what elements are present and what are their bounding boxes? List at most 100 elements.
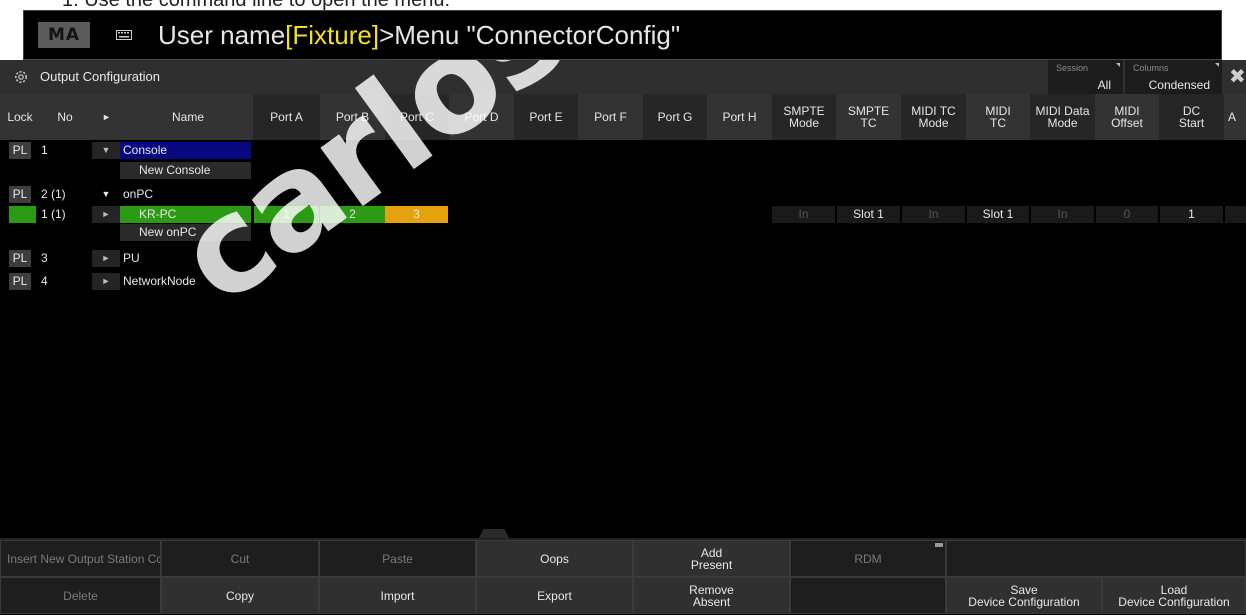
command-prefix: User name <box>158 19 286 50</box>
export-button[interactable]: Export <box>476 577 633 614</box>
header-midi-offset-l2: Offset <box>1111 116 1143 130</box>
table-row-krpc[interactable]: 1 (1) ► KR-PC 1 2 3 In Slot 1 In Slot 1 … <box>0 206 1246 223</box>
save-device-configuration-button[interactable]: Save Device Configuration <box>946 577 1102 614</box>
truncated-cell <box>1225 206 1246 223</box>
command-input[interactable]: User name[Fixture]>Menu "ConnectorConfig… <box>158 20 680 51</box>
expand-arrow-icon[interactable]: ► <box>92 206 120 223</box>
table-row-new-console[interactable]: New Console <box>0 162 1246 179</box>
save-config-l2: Device Configuration <box>968 594 1080 609</box>
expand-arrow-icon[interactable]: ▼ <box>92 142 120 159</box>
table-row-networknode[interactable]: PL 4 ► NetworkNode <box>0 273 1246 290</box>
port-c-cell[interactable]: 3 <box>385 206 448 223</box>
rdm-label: RDM <box>854 551 882 566</box>
header-smpte-tc-l2: TC <box>860 116 877 130</box>
table-row-console[interactable]: PL 1 ▼ Console <box>0 142 1246 159</box>
header-midi-offset[interactable]: MIDI Offset <box>1095 94 1159 140</box>
columns-label: Columns <box>1133 63 1169 73</box>
header-midi-data-mode-l2: Mode <box>1047 116 1078 130</box>
midi-tc-mode-cell[interactable]: In <box>902 206 965 223</box>
midi-offset-cell[interactable]: 0 <box>1096 206 1158 223</box>
load-device-configuration-button[interactable]: Load Device Configuration <box>1102 577 1246 614</box>
command-highlight: [Fixture] <box>285 19 380 50</box>
row-name[interactable]: New Console <box>120 162 251 179</box>
session-select[interactable]: Session All <box>1048 60 1123 94</box>
header-midi-tc-mode[interactable]: MIDI TC Mode <box>901 94 966 140</box>
ma-logo: MA <box>38 22 90 48</box>
remove-absent-l2: Absent <box>692 594 731 609</box>
oops-button[interactable]: Oops <box>476 540 633 577</box>
instruction-text: 1. Use the command line to open the menu… <box>0 0 1246 10</box>
row-name[interactable]: onPC <box>123 186 251 203</box>
port-b-cell[interactable]: 2 <box>320 206 385 223</box>
rdm-button[interactable]: RDM <box>790 540 946 577</box>
header-port-c[interactable]: Port C <box>385 94 449 140</box>
port-a-cell[interactable]: 1 <box>254 206 319 223</box>
copy-button[interactable]: Copy <box>161 577 319 614</box>
row-name[interactable]: PU <box>123 250 251 267</box>
status-indicator <box>9 206 36 223</box>
header-port-e[interactable]: Port E <box>514 94 578 140</box>
smpte-tc-cell[interactable]: Slot 1 <box>837 206 900 223</box>
table-row-new-onpc[interactable]: New onPC <box>0 224 1246 241</box>
header-port-h[interactable]: Port H <box>707 94 772 140</box>
header-expand-arrow[interactable]: ► <box>90 94 123 140</box>
header-midi-tc[interactable]: MIDI TC <box>966 94 1030 140</box>
row-number: 1 (1) <box>41 207 66 221</box>
gear-icon[interactable] <box>13 69 29 85</box>
header-midi-tc-l2: TC <box>990 116 1006 130</box>
header-port-d[interactable]: Port D <box>449 94 514 140</box>
midi-tc-cell[interactable]: Slot 1 <box>967 206 1029 223</box>
dc-start-cell[interactable]: 1 <box>1160 206 1223 223</box>
header-midi-tc-mode-l2: Mode <box>918 116 949 130</box>
smpte-mode-cell[interactable]: In <box>772 206 835 223</box>
import-button[interactable]: Import <box>319 577 476 614</box>
row-name[interactable]: KR-PC <box>120 206 251 223</box>
row-number: 4 <box>41 274 48 288</box>
table-row-pu[interactable]: PL 3 ► PU <box>0 250 1246 267</box>
add-present-button[interactable]: Add Present <box>633 540 790 577</box>
empty-button-slot <box>790 577 946 614</box>
row-number: 1 <box>41 143 48 157</box>
header-port-f[interactable]: Port F <box>578 94 643 140</box>
insert-new-output-station-button[interactable]: Insert New Output Station Cc <box>0 540 161 577</box>
table-header: Lock No ► Name Port A Port B Port C Port… <box>0 94 1246 140</box>
header-midi-data-mode[interactable]: MIDI Data Mode <box>1030 94 1095 140</box>
remove-absent-button[interactable]: Remove Absent <box>633 577 790 614</box>
header-port-b[interactable]: Port B <box>320 94 385 140</box>
header-no[interactable]: No <box>40 94 90 140</box>
expand-arrow-icon[interactable]: ► <box>92 273 120 290</box>
row-name[interactable]: New onPC <box>120 224 251 241</box>
lock-badge[interactable]: PL <box>9 273 31 290</box>
header-port-a[interactable]: Port A <box>253 94 320 140</box>
cut-button[interactable]: Cut <box>161 540 319 577</box>
header-port-g[interactable]: Port G <box>643 94 707 140</box>
command-line-bar[interactable]: MA User name[Fixture]>Menu "ConnectorCon… <box>23 10 1222 60</box>
table-row-onpc[interactable]: PL 2 (1) ▼ onPC <box>0 186 1246 203</box>
lock-badge[interactable]: PL <box>9 186 31 203</box>
expand-arrow-icon[interactable]: ► <box>92 250 120 267</box>
close-icon[interactable]: ✖ <box>1229 67 1246 87</box>
header-truncated[interactable]: A <box>1224 94 1246 140</box>
delete-button[interactable]: Delete <box>0 577 161 614</box>
row-number: 3 <box>41 251 48 265</box>
title-bar: Output Configuration Session All Columns… <box>0 60 1246 94</box>
header-lock[interactable]: Lock <box>0 94 40 140</box>
header-smpte-tc[interactable]: SMPTE TC <box>836 94 901 140</box>
columns-select[interactable]: Columns Condensed <box>1125 60 1222 94</box>
midi-data-mode-cell[interactable]: In <box>1031 206 1094 223</box>
lock-badge[interactable]: PL <box>9 250 31 267</box>
row-name[interactable]: Console <box>120 142 251 159</box>
paste-button[interactable]: Paste <box>319 540 476 577</box>
chevron-down-icon <box>1116 63 1120 67</box>
lock-badge[interactable]: PL <box>9 142 31 159</box>
resize-handle[interactable] <box>479 529 509 538</box>
header-smpte-mode-l2: Mode <box>788 116 820 130</box>
window-title: Output Configuration <box>40 69 160 84</box>
keyboard-icon[interactable] <box>114 28 134 42</box>
header-name[interactable]: Name <box>123 94 253 140</box>
header-dc-start[interactable]: DC Start <box>1159 94 1224 140</box>
row-name[interactable]: NetworkNode <box>123 273 251 290</box>
add-present-l2: Present <box>690 557 733 572</box>
header-smpte-mode[interactable]: SMPTE Mode <box>772 94 836 140</box>
expand-arrow-icon[interactable]: ▼ <box>92 186 120 203</box>
